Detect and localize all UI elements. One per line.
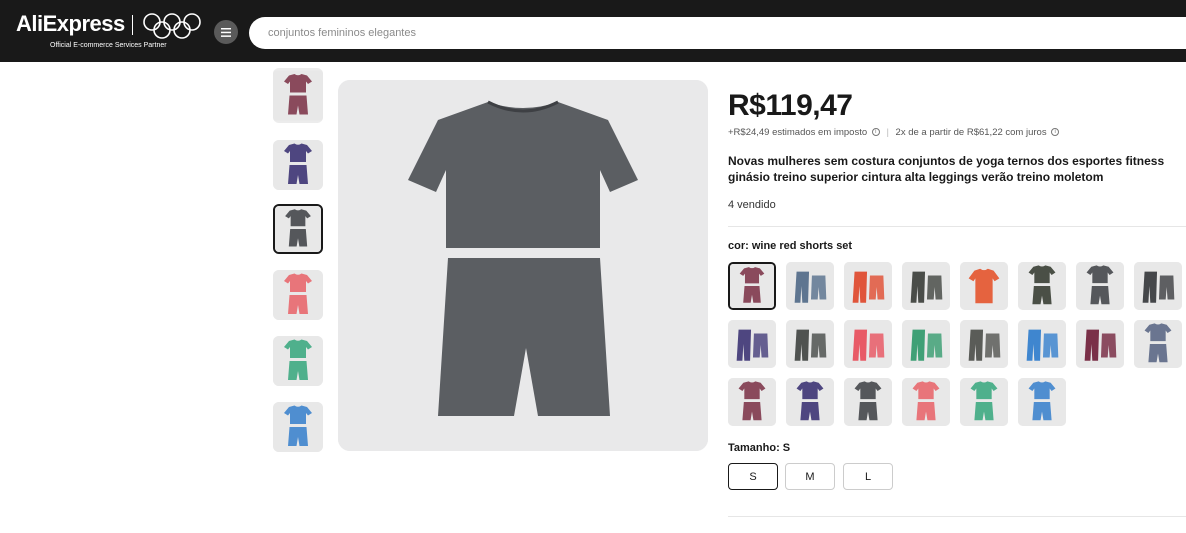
color-label: cor: wine red shorts set	[728, 240, 853, 252]
color-swatch[interactable]	[960, 378, 1008, 426]
color-swatch[interactable]	[844, 378, 892, 426]
size-option-s[interactable]: S	[728, 463, 778, 490]
swatch-photo	[1018, 378, 1066, 426]
thumbnail-photo	[273, 402, 323, 452]
color-swatch[interactable]	[1076, 320, 1124, 368]
product-photo	[338, 80, 708, 451]
swatch-photo	[844, 262, 892, 310]
size-option-l[interactable]: L	[843, 463, 893, 490]
swatch-photo	[1076, 320, 1124, 368]
swatch-photo	[902, 320, 950, 368]
logo-divider	[132, 15, 133, 35]
price: R$119,47	[728, 89, 853, 122]
color-swatch[interactable]	[728, 262, 776, 310]
aliexpress-logo[interactable]: AliExpress	[16, 11, 125, 37]
swatch-photo	[786, 320, 834, 368]
swatch-photo	[902, 262, 950, 310]
divider	[728, 226, 1186, 227]
color-swatch[interactable]	[728, 320, 776, 368]
color-swatch[interactable]	[902, 320, 950, 368]
tax-info: +R$24,49 estimados em imposto i | 2x de …	[728, 127, 1060, 138]
thumbnail-image[interactable]	[273, 204, 323, 254]
thumbnail-image[interactable]	[273, 336, 323, 386]
color-swatch[interactable]	[960, 320, 1008, 368]
color-swatch[interactable]	[1018, 378, 1066, 426]
color-swatch[interactable]	[1076, 262, 1124, 310]
hamburger-icon	[221, 27, 231, 37]
color-swatch[interactable]	[786, 262, 834, 310]
swatch-photo	[844, 378, 892, 426]
sold-count: 4 vendido	[728, 199, 776, 211]
menu-button[interactable]	[214, 20, 238, 44]
swatch-photo	[728, 320, 776, 368]
product-title: Novas mulheres sem costura conjuntos de …	[728, 154, 1165, 184]
swatch-photo	[960, 378, 1008, 426]
size-label: Tamanho: S	[728, 442, 791, 454]
color-swatch[interactable]	[728, 378, 776, 426]
color-swatch[interactable]	[786, 320, 834, 368]
main-product-image[interactable]	[338, 80, 708, 451]
swatch-photo	[902, 378, 950, 426]
thumbnail-image[interactable]	[273, 270, 323, 320]
search-input[interactable]	[249, 17, 1186, 49]
color-swatch[interactable]	[902, 262, 950, 310]
color-swatch[interactable]	[1018, 320, 1066, 368]
thumbnail-photo	[273, 336, 323, 386]
installments-text: 2x de a partir de R$61,22 com juros	[895, 127, 1047, 138]
tax-text: +R$24,49 estimados em imposto	[728, 127, 868, 138]
top-header: AliExpress Official E-commerce Services …	[0, 0, 1186, 62]
swatch-photo	[1134, 320, 1182, 368]
color-swatch[interactable]	[1134, 262, 1182, 310]
swatch-photo	[1134, 262, 1182, 310]
color-swatch[interactable]	[902, 378, 950, 426]
divider	[728, 516, 1186, 517]
swatch-photo	[960, 262, 1008, 310]
swatch-photo	[786, 262, 834, 310]
swatch-photo	[1018, 320, 1066, 368]
color-swatch[interactable]	[960, 262, 1008, 310]
swatch-photo	[960, 320, 1008, 368]
color-swatch[interactable]	[844, 262, 892, 310]
thumbnail-image[interactable]	[273, 140, 323, 190]
info-icon[interactable]: i	[1051, 128, 1060, 137]
swatch-photo	[1018, 262, 1066, 310]
swatch-photo	[728, 378, 776, 426]
info-icon[interactable]: i	[871, 128, 880, 137]
separator: |	[886, 127, 889, 138]
olympic-rings-icon	[143, 13, 201, 39]
thumbnail-photo	[273, 140, 323, 190]
swatch-photo	[844, 320, 892, 368]
partner-caption: Official E-commerce Services Partner	[50, 42, 167, 49]
swatch-photo	[730, 264, 774, 308]
thumbnail-image[interactable]	[273, 402, 323, 452]
size-option-m[interactable]: M	[785, 463, 835, 490]
thumbnail-image[interactable]	[273, 68, 323, 123]
thumbnail-photo	[273, 270, 323, 320]
color-swatch[interactable]	[786, 378, 834, 426]
color-swatch[interactable]	[844, 320, 892, 368]
color-swatch[interactable]	[1018, 262, 1066, 310]
thumbnail-photo	[273, 70, 323, 121]
swatch-photo	[1076, 262, 1124, 310]
swatch-photo	[786, 378, 834, 426]
color-swatch[interactable]	[1134, 320, 1182, 368]
thumbnail-photo	[275, 206, 321, 252]
